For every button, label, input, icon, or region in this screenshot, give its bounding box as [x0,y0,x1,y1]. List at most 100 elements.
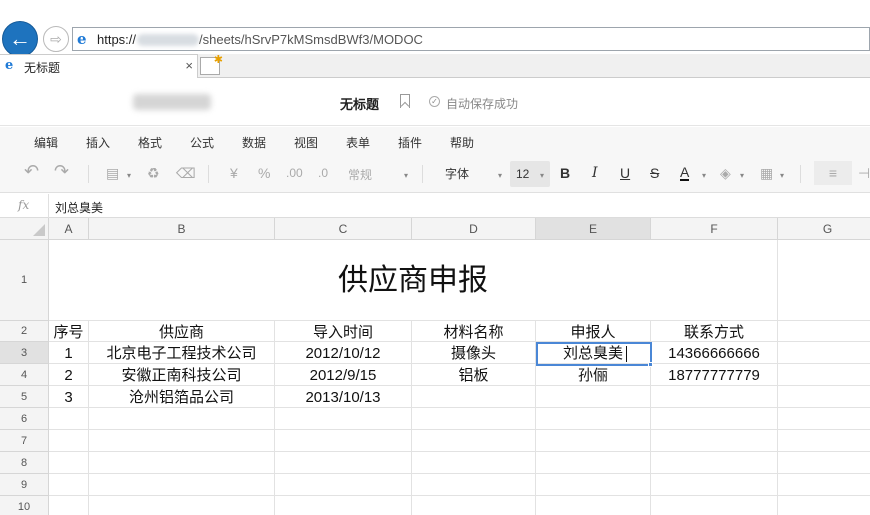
formula-input[interactable]: 刘总臭美 [55,199,103,216]
cell-c6[interactable] [275,408,412,430]
fill-handle[interactable] [648,362,653,367]
column-header-g[interactable]: G [778,218,870,240]
bookmark-icon[interactable] [400,94,410,108]
cell-c2[interactable]: 导入时间 [275,321,412,342]
cell-b6[interactable] [89,408,275,430]
menu-format[interactable]: 格式 [138,134,162,151]
paste-icon[interactable]: ▤ [106,165,119,182]
cell-c7[interactable] [275,430,412,452]
forward-button[interactable]: ⇨ [43,26,69,52]
cell-f3[interactable]: 14366666666 [651,342,778,364]
cell-f9[interactable] [651,474,778,496]
column-header-c[interactable]: C [275,218,412,240]
menu-form[interactable]: 表单 [346,134,370,151]
cell-c8[interactable] [275,452,412,474]
cell-d8[interactable] [412,452,536,474]
cell-a2[interactable]: 序号 [49,321,89,342]
new-tab-button[interactable]: ✱ [200,54,223,75]
cell-e8[interactable] [536,452,651,474]
address-bar[interactable]: e https:// /sheets/hSrvP7kMSmsdBWf3/MODO… [72,27,870,51]
align-caret-icon[interactable]: ⊣ [858,165,870,182]
fill-color-caret-icon[interactable]: ▾ [740,171,744,180]
underline-button[interactable]: U [620,165,630,181]
font-family-caret-icon[interactable]: ▾ [498,171,502,180]
cell-g10[interactable] [778,496,870,515]
cell-f7[interactable] [651,430,778,452]
cell-d2[interactable]: 材料名称 [412,321,536,342]
cell-f2[interactable]: 联系方式 [651,321,778,342]
menu-help[interactable]: 帮助 [450,134,474,151]
font-family-select[interactable]: 字体 [440,164,506,184]
cell-d10[interactable] [412,496,536,515]
percent-icon[interactable]: % [258,165,270,181]
cell-b8[interactable] [89,452,275,474]
borders-caret-icon[interactable]: ▾ [780,171,784,180]
row-header-8[interactable]: 8 [0,452,49,474]
cell-b10[interactable] [89,496,275,515]
cell-g1[interactable] [778,240,870,321]
cell-d6[interactable] [412,408,536,430]
cell-g7[interactable] [778,430,870,452]
cell-a4[interactable]: 2 [49,364,89,386]
cell-f10[interactable] [651,496,778,515]
cell-e9[interactable] [536,474,651,496]
cell-d4[interactable]: 铝板 [412,364,536,386]
italic-button[interactable]: I [592,165,598,181]
cell-g4[interactable] [778,364,870,386]
bold-button[interactable]: B [560,165,570,181]
cell-e10[interactable] [536,496,651,515]
cell-g9[interactable] [778,474,870,496]
cell-d3[interactable]: 摄像头 [412,342,536,364]
row-header-1[interactable]: 1 [0,240,49,321]
cell-c4[interactable]: 2012/9/15 [275,364,412,386]
cell-d5[interactable] [412,386,536,408]
back-button[interactable]: ← [2,21,38,57]
cell-c9[interactable] [275,474,412,496]
number-format-caret-icon[interactable]: ▾ [404,171,408,180]
select-all-corner[interactable] [0,218,49,240]
sheet-title-cell[interactable]: 供应商申报 [49,240,778,321]
row-header-7[interactable]: 7 [0,430,49,452]
font-color-caret-icon[interactable]: ▾ [702,171,706,180]
cell-b4[interactable]: 安徽正南科技公司 [89,364,275,386]
cell-e5[interactable] [536,386,651,408]
cell-e7[interactable] [536,430,651,452]
decimal-increase-icon[interactable]: .00 [286,166,303,180]
column-header-e[interactable]: E [536,218,651,240]
font-color-button[interactable]: A [680,165,690,181]
menu-view[interactable]: 视图 [294,134,318,151]
cell-e2[interactable]: 申报人 [536,321,651,342]
cell-a10[interactable] [49,496,89,515]
browser-tab[interactable]: e 无标题 × [0,54,198,78]
cell-a7[interactable] [49,430,89,452]
redo-icon[interactable]: ↷ [54,161,69,182]
strikethrough-button[interactable]: S [650,165,659,181]
cell-a6[interactable] [49,408,89,430]
column-header-a[interactable]: A [49,218,89,240]
cell-e4[interactable]: 孙俪 [536,364,651,386]
cell-c5[interactable]: 2013/10/13 [275,386,412,408]
cell-f6[interactable] [651,408,778,430]
tab-close-icon[interactable]: × [185,58,193,73]
align-icon[interactable]: ≡ [814,161,852,185]
cell-d7[interactable] [412,430,536,452]
column-header-d[interactable]: D [412,218,536,240]
cell-g6[interactable] [778,408,870,430]
number-format-select[interactable]: 常规 [348,166,372,183]
cell-a3[interactable]: 1 [49,342,89,364]
cell-e6[interactable] [536,408,651,430]
cell-g8[interactable] [778,452,870,474]
row-header-4[interactable]: 4 [0,364,49,386]
menu-formula[interactable]: 公式 [190,134,214,151]
cell-f4[interactable]: 18777777779 [651,364,778,386]
cell-a9[interactable] [49,474,89,496]
doc-title[interactable]: 无标题 [340,94,379,113]
row-header-3[interactable]: 3 [0,342,49,364]
cell-f8[interactable] [651,452,778,474]
format-painter-icon[interactable]: ♻ [147,165,160,182]
cell-b5[interactable]: 沧州铝箔品公司 [89,386,275,408]
row-header-2[interactable]: 2 [0,321,49,342]
cell-a5[interactable]: 3 [49,386,89,408]
undo-icon[interactable]: ↶ [24,161,39,182]
paste-caret-icon[interactable]: ▾ [127,171,131,180]
